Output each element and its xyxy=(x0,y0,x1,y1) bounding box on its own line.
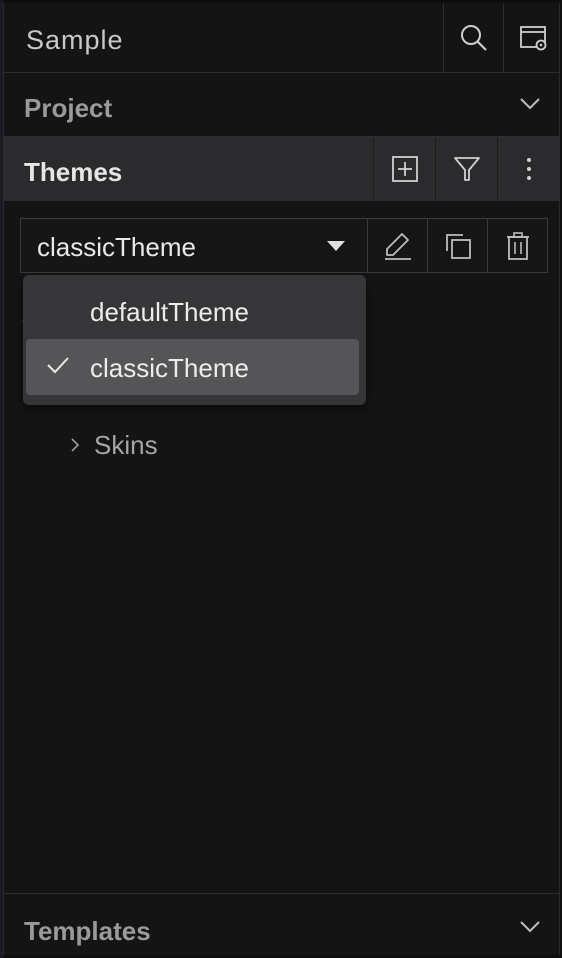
delete-icon xyxy=(503,231,533,261)
panel-title: Sample xyxy=(26,25,124,55)
add-theme-button[interactable] xyxy=(373,137,435,201)
more-vertical-icon xyxy=(525,156,533,182)
filter-button[interactable] xyxy=(435,137,497,201)
tree-item-label: Skins xyxy=(94,429,158,460)
duplicate-theme-button[interactable] xyxy=(428,218,488,273)
panel-header: Sample xyxy=(4,3,559,73)
more-options-button[interactable] xyxy=(497,137,559,201)
templates-title: Templates xyxy=(24,916,151,946)
filter-icon xyxy=(452,154,482,184)
panel-settings-button[interactable] xyxy=(503,3,562,72)
search-icon xyxy=(459,23,489,53)
edit-icon xyxy=(383,231,413,261)
project-section-header[interactable]: Project xyxy=(4,73,559,137)
theme-select[interactable]: classicTheme xyxy=(20,218,368,273)
chevron-right-icon xyxy=(70,437,80,453)
search-button[interactable] xyxy=(443,3,503,72)
tree-item-skins[interactable]: Skins xyxy=(70,428,158,462)
delete-theme-button[interactable] xyxy=(488,218,548,273)
option-label: defaultTheme xyxy=(90,297,249,327)
themes-title: Themes xyxy=(24,157,123,187)
dropdown-option-classictheme[interactable]: classicTheme xyxy=(26,339,359,395)
window-settings-icon xyxy=(519,23,549,53)
project-title: Project xyxy=(24,93,113,123)
theme-panel: Sample Project Themes classicTheme Skins… xyxy=(3,3,560,955)
chevron-down-icon xyxy=(519,920,541,934)
templates-section-header[interactable]: Templates xyxy=(4,893,559,955)
theme-select-value: classicTheme xyxy=(37,232,196,262)
caret-down-icon xyxy=(327,241,345,252)
themes-section-header[interactable]: Themes xyxy=(4,137,559,201)
chevron-down-icon xyxy=(519,97,541,111)
duplicate-icon xyxy=(443,231,473,261)
dropdown-option-defaulttheme[interactable]: defaultTheme xyxy=(26,283,359,339)
check-icon xyxy=(46,355,70,375)
edit-theme-button[interactable] xyxy=(368,218,428,273)
theme-dropdown-menu: defaultTheme classicTheme xyxy=(23,275,366,405)
option-label: classicTheme xyxy=(90,353,249,383)
add-icon xyxy=(390,154,420,184)
